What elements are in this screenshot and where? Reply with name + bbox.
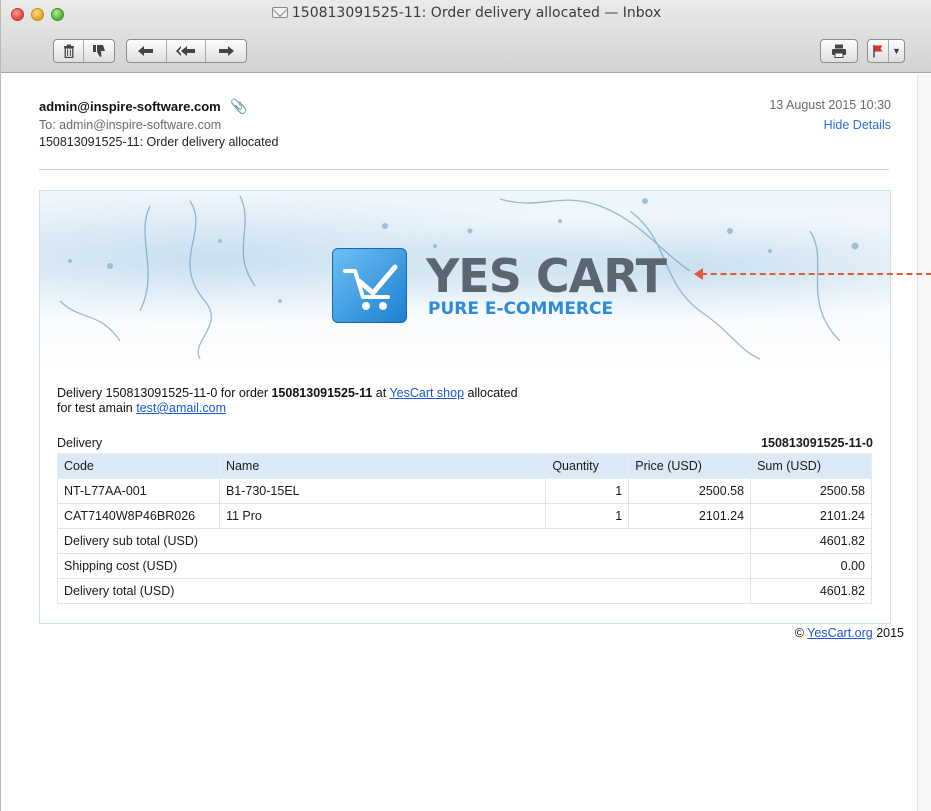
column-header-price: Price (USD) bbox=[628, 453, 752, 479]
table-header-row: Code Name Quantity Price (USD) Sum (USD) bbox=[57, 453, 872, 479]
reply-button[interactable] bbox=[127, 40, 167, 62]
delivery-label: Delivery bbox=[57, 436, 103, 450]
delivery-id: 150813091525-11-0 bbox=[761, 436, 873, 450]
message-header: admin@inspire-software.com 📎 To: admin@i… bbox=[39, 98, 891, 149]
flag-group: ▼ bbox=[867, 39, 905, 63]
reply-all-button[interactable] bbox=[167, 40, 207, 62]
total-value: 0.00 bbox=[750, 553, 872, 579]
total-row: Delivery sub total (USD) 4601.82 bbox=[56, 528, 872, 554]
total-value: 4601.82 bbox=[750, 578, 872, 604]
sender-address[interactable]: admin@inspire-software.com bbox=[39, 99, 221, 114]
column-header-name: Name bbox=[218, 453, 547, 479]
cell-code: CAT7140W8P46BR026 bbox=[57, 503, 220, 529]
cell-sum: 2500.58 bbox=[750, 478, 872, 504]
column-header-quantity: Quantity bbox=[545, 453, 630, 479]
cell-name: B1-730-15EL bbox=[218, 478, 547, 504]
yescart-org-link[interactable]: YesCart.org bbox=[807, 626, 873, 640]
recipient-line[interactable]: To: admin@inspire-software.com bbox=[39, 118, 891, 132]
delete-button[interactable] bbox=[54, 40, 85, 62]
shop-link[interactable]: YesCart shop bbox=[389, 386, 464, 400]
email-content: YES CART PURE E-COMMERCE Delivery 150813… bbox=[39, 190, 891, 624]
flag-menu-chevron-down-icon[interactable]: ▼ bbox=[889, 40, 904, 62]
cell-sum: 2101.24 bbox=[750, 503, 872, 529]
forward-icon bbox=[219, 46, 235, 56]
reply-group bbox=[126, 39, 247, 63]
cell-quantity: 1 bbox=[545, 478, 630, 504]
print-button[interactable] bbox=[821, 40, 857, 62]
forward-button[interactable] bbox=[206, 40, 246, 62]
delivery-items-table: Code Name Quantity Price (USD) Sum (USD)… bbox=[56, 453, 872, 604]
message-date: 13 August 2015 10:30 bbox=[769, 98, 891, 112]
delete-junk-group bbox=[53, 39, 115, 63]
cart-icon bbox=[343, 264, 398, 310]
subject-line: 150813091525-11: Order delivery allocate… bbox=[39, 135, 279, 149]
trash-icon bbox=[63, 44, 74, 58]
annotation-arrow bbox=[701, 273, 931, 275]
table-row: CAT7140W8P46BR026 11 Pro 1 2101.24 2101.… bbox=[57, 503, 872, 529]
yescart-logo-icon bbox=[332, 248, 407, 323]
scrollbar[interactable] bbox=[917, 74, 931, 811]
order-id: 150813091525-11 bbox=[271, 386, 373, 400]
table-row: NT-L77AA-001 B1-730-15EL 1 2500.58 2500.… bbox=[57, 478, 872, 504]
logo-wordmark: YES CART bbox=[426, 249, 667, 303]
customer-line: for test amain test@amail.com bbox=[57, 401, 226, 415]
copyright-line: © YesCart.org 2015 bbox=[794, 626, 904, 640]
cell-price: 2101.24 bbox=[628, 503, 752, 529]
attachment-icon: 📎 bbox=[230, 98, 248, 114]
logo-tagline: PURE E-COMMERCE bbox=[428, 299, 614, 319]
total-row: Delivery total (USD) 4601.82 bbox=[56, 578, 872, 604]
hide-details-link[interactable]: Hide Details bbox=[824, 118, 891, 132]
flag-button[interactable] bbox=[868, 40, 889, 62]
total-label: Delivery sub total (USD) bbox=[56, 528, 752, 554]
delivery-intro: Delivery 150813091525-11-0 for order 150… bbox=[57, 386, 518, 400]
envelope-icon bbox=[271, 7, 288, 18]
reply-icon bbox=[138, 46, 154, 56]
column-header-sum: Sum (USD) bbox=[750, 453, 872, 479]
mail-window: 150813091525-11: Order delivery allocate… bbox=[0, 0, 931, 811]
total-label: Delivery total (USD) bbox=[56, 578, 752, 604]
total-value: 4601.82 bbox=[750, 528, 872, 554]
thumbs-down-icon bbox=[93, 45, 105, 57]
cell-price: 2500.58 bbox=[628, 478, 752, 504]
header-divider bbox=[39, 169, 889, 170]
annotation-arrow-head bbox=[694, 268, 703, 280]
print-group bbox=[820, 39, 858, 63]
cell-code: NT-L77AA-001 bbox=[57, 478, 220, 504]
reply-all-icon bbox=[176, 46, 195, 56]
from-line: admin@inspire-software.com 📎 bbox=[39, 98, 891, 115]
cell-quantity: 1 bbox=[545, 503, 630, 529]
flag-icon bbox=[873, 45, 883, 58]
total-label: Shipping cost (USD) bbox=[56, 553, 752, 579]
banner-image: YES CART PURE E-COMMERCE bbox=[40, 191, 890, 361]
column-header-code: Code bbox=[57, 453, 220, 479]
cell-name: 11 Pro bbox=[218, 503, 547, 529]
printer-icon bbox=[832, 44, 846, 58]
customer-email-link[interactable]: test@amail.com bbox=[136, 401, 226, 415]
title-bar: 150813091525-11: Order delivery allocate… bbox=[1, 0, 931, 73]
window-title: 150813091525-11: Order delivery allocate… bbox=[1, 5, 931, 21]
total-row: Shipping cost (USD) 0.00 bbox=[56, 553, 872, 579]
junk-button[interactable] bbox=[84, 40, 114, 62]
